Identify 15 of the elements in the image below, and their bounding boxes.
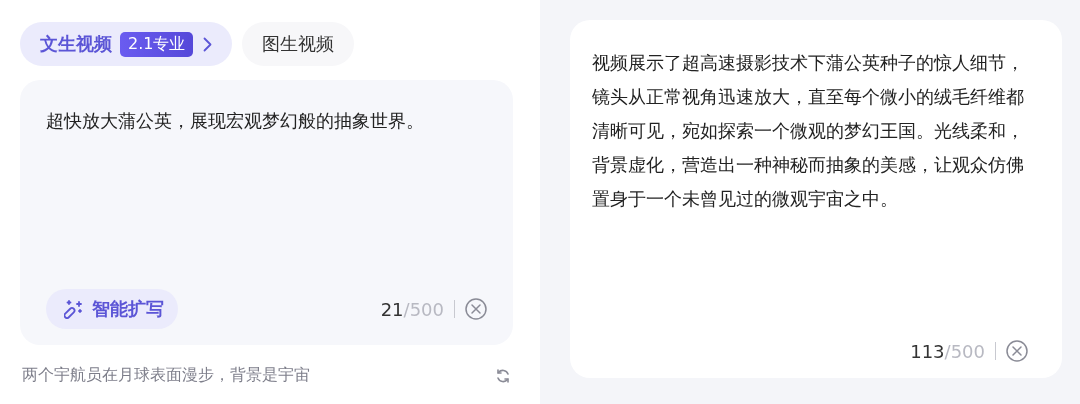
char-count: 21: [380, 298, 404, 320]
char-limit: /500: [944, 340, 985, 362]
char-count: 113: [910, 340, 945, 362]
char-limit: /500: [403, 298, 444, 320]
expand-button[interactable]: 智能扩写: [46, 289, 178, 329]
prompt-suggestion[interactable]: 两个宇航员在月球表面漫步，背景是宇宙: [22, 365, 310, 386]
magic-wand-icon: [64, 299, 84, 319]
mode-tab[interactable]: 图生视频: [242, 22, 355, 66]
refresh-icon[interactable]: [495, 367, 511, 384]
mode-tab[interactable]: 文生视频 2.1专业: [20, 22, 233, 66]
clear-icon[interactable]: [465, 298, 487, 320]
result-text: 视频展示了超高速摄影技术下蒲公英种子的惊人细节，镜头从正常视角迅速放大，直至每个微小的绒毛纤维都清晰可见，宛如探索一个微观的梦幻王国。光线柔和，背景虚化，营造出一种神秘而抽象的美感，让观众仿佛置身于一个未曾见过的微观宇宙之中。: [592, 51, 1025, 211]
prompt-field[interactable]: 超快放大蒲公英，展现宏观梦幻般的抽象世界。: [46, 104, 487, 138]
version-badge: 2.1专业: [120, 31, 194, 57]
clear-icon[interactable]: [1006, 340, 1028, 362]
